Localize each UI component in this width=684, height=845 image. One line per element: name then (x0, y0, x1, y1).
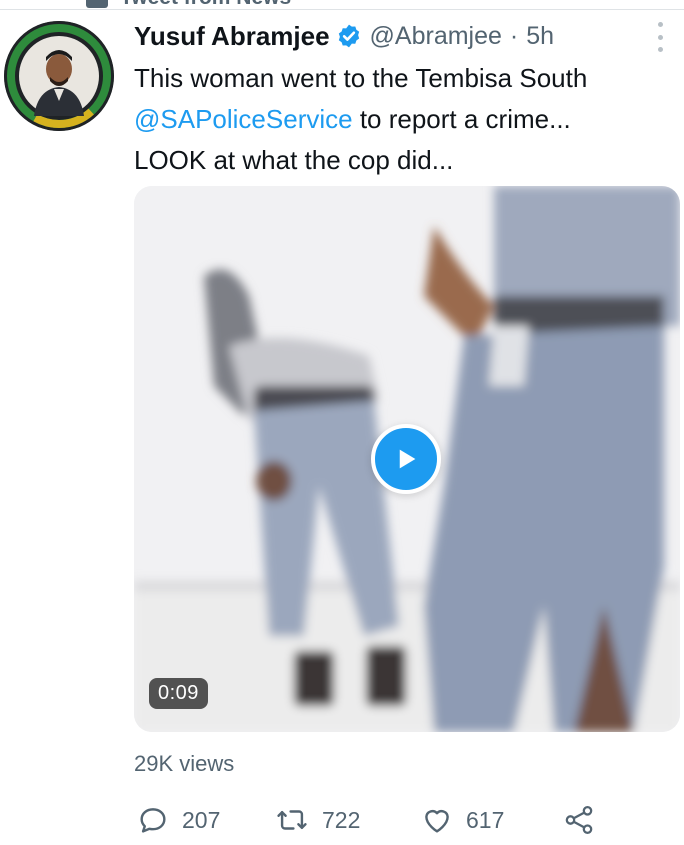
tweet-text-line-3: LOOK at what the cop did... (134, 145, 454, 175)
mention-link[interactable]: @SAPoliceService (134, 104, 353, 134)
reply-count: 207 (182, 806, 221, 833)
verified-badge-icon (338, 24, 359, 48)
author-handle[interactable]: @Abramjee (370, 22, 502, 51)
video-player[interactable]: 0:09 (134, 186, 680, 732)
share-button[interactable] (562, 800, 596, 840)
action-bar: 207 722 617 (134, 800, 674, 840)
tweet-header: Yusuf Abramjee @Abramjee · 5h (134, 18, 664, 54)
like-button[interactable]: 617 (420, 800, 504, 840)
share-icon (565, 805, 593, 835)
retweet-button[interactable]: 722 (274, 800, 360, 840)
play-button[interactable] (371, 424, 441, 494)
tweet-text: This woman went to the Tembisa South @SA… (134, 58, 674, 181)
more-options-icon[interactable] (652, 22, 668, 52)
reply-button[interactable]: 207 (136, 800, 220, 840)
play-icon (399, 449, 416, 469)
news-icon: ▪ (86, 0, 108, 8)
tweet-text-line-2-rest: to report a crime... (352, 104, 571, 134)
like-count: 617 (466, 806, 505, 833)
retweet-count: 722 (322, 806, 361, 833)
heart-icon (425, 810, 449, 833)
tweet-screen: ▪ Tweet from News Yusuf Abramjee @Abramj… (0, 0, 684, 845)
author-name[interactable]: Yusuf Abramjee (134, 21, 330, 52)
context-header[interactable]: ▪ Tweet from News (86, 0, 291, 10)
timestamp[interactable]: 5h (526, 22, 554, 51)
view-count: 29K views (134, 751, 235, 776)
tweet-text-line-1: This woman went to the Tembisa South (134, 63, 588, 93)
video-duration: 0:09 (149, 678, 208, 709)
tweet-text-line-2: @SAPoliceService to report a crime... (134, 99, 674, 140)
retweet-icon (277, 810, 307, 830)
reply-icon (140, 808, 166, 833)
context-label: Tweet from News (120, 0, 291, 10)
separator-dot: · (509, 21, 519, 50)
avatar[interactable] (4, 21, 114, 131)
